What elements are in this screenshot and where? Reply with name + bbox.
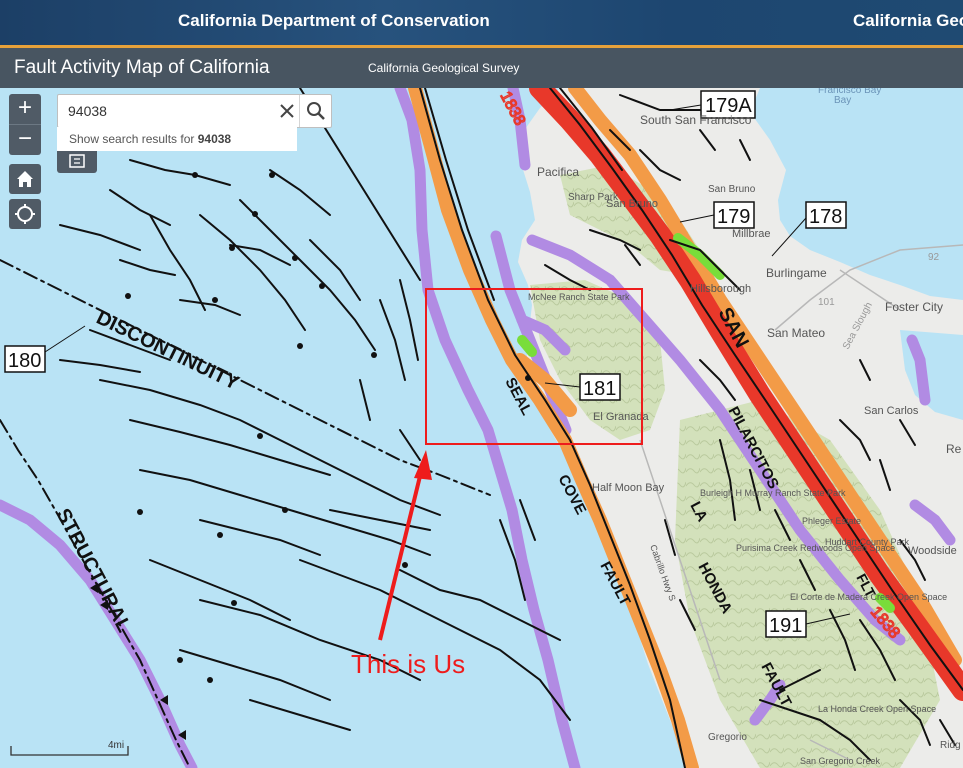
search-box	[57, 94, 332, 128]
place-san-mateo: San Mateo	[767, 326, 825, 340]
place-san-bruno: San Bruno	[606, 198, 658, 210]
route-101: 101	[818, 297, 835, 308]
app-title: Fault Activity Map of California	[14, 57, 270, 78]
home-button[interactable]	[9, 164, 41, 194]
zoom-control: + −	[9, 94, 41, 155]
place-mcnee-ranch: McNee Ranch State Park	[528, 292, 630, 302]
place-burleigh-murray: Burleigh H Murray Ranch State Park	[700, 488, 846, 498]
place-ridge-clipped: Ridg	[940, 740, 961, 751]
search-icon	[307, 102, 325, 120]
scale-label: 4mi	[108, 740, 125, 751]
map-view[interactable]: 179A 179 178 180 181 191 1838 1838 92 10…	[0, 88, 963, 768]
search-input[interactable]	[66, 100, 275, 122]
route-92: 92	[928, 252, 940, 263]
legend-button[interactable]	[57, 151, 97, 173]
annotation-label: This is Us	[351, 649, 465, 679]
place-woodside: Woodside	[908, 545, 957, 557]
map-number-179: 179	[717, 206, 750, 228]
place-millbrae: Millbrae	[732, 228, 771, 240]
search-button[interactable]	[299, 95, 332, 127]
locate-button[interactable]	[9, 199, 41, 229]
place-pacifica: Pacifica	[537, 165, 579, 179]
map-canvas[interactable]: 179A 179 178 180 181 191 1838 1838 92 10…	[0, 88, 963, 768]
agency-title-secondary[interactable]: California Geo	[853, 11, 963, 31]
close-icon	[280, 104, 294, 118]
zoom-in-button[interactable]: +	[9, 94, 41, 124]
place-south-san-francisco: South San Francisco	[640, 113, 752, 127]
agency-header: California Department of Conservation Ca…	[0, 0, 963, 48]
place-bay: Bay	[834, 95, 851, 106]
app-subtitle: California Geological Survey	[368, 61, 520, 75]
place-foster-city: Foster City	[885, 300, 943, 314]
home-icon	[17, 171, 33, 187]
place-redwood-clipped: Re	[946, 442, 962, 456]
suggestion-term: 94038	[197, 132, 232, 146]
place-san-gregorio: Gregorio	[708, 732, 747, 743]
map-number-178: 178	[809, 206, 842, 228]
layers-icon	[69, 154, 85, 168]
place-san-gregorio-creek: San Gregorio Creek	[800, 756, 881, 766]
clear-search-button[interactable]	[276, 98, 298, 124]
zoom-out-button[interactable]: −	[9, 125, 41, 155]
place-san-carlos: San Carlos	[864, 405, 919, 417]
place-purisima-creek: Purisima Creek Redwoods Open Space	[736, 543, 895, 553]
place-la-honda-creek: La Honda Creek Open Space	[818, 704, 936, 714]
place-phleger-estate: Phleger Estate	[802, 516, 861, 526]
scale-bar: 4mi	[10, 740, 130, 758]
app-title-bar: Fault Activity Map of California Califor…	[0, 48, 963, 88]
map-number-191: 191	[769, 615, 802, 637]
place-burlingame: Burlingame	[766, 266, 827, 280]
place-hillsborough: Hillsborough	[690, 283, 751, 295]
place-san-bruno-north: San Bruno	[708, 184, 756, 195]
search-suggestion[interactable]: Show search results for 94038	[57, 127, 297, 151]
map-number-181: 181	[583, 378, 616, 400]
agency-title[interactable]: California Department of Conservation	[178, 11, 490, 31]
place-el-corte-de-madera: El Corte de Madera Creek Open Space	[790, 592, 947, 602]
place-half-moon-bay: Half Moon Bay	[592, 482, 665, 494]
locate-icon	[15, 204, 35, 224]
map-number-180: 180	[8, 350, 41, 372]
suggestion-prefix: Show search results for	[69, 132, 195, 146]
